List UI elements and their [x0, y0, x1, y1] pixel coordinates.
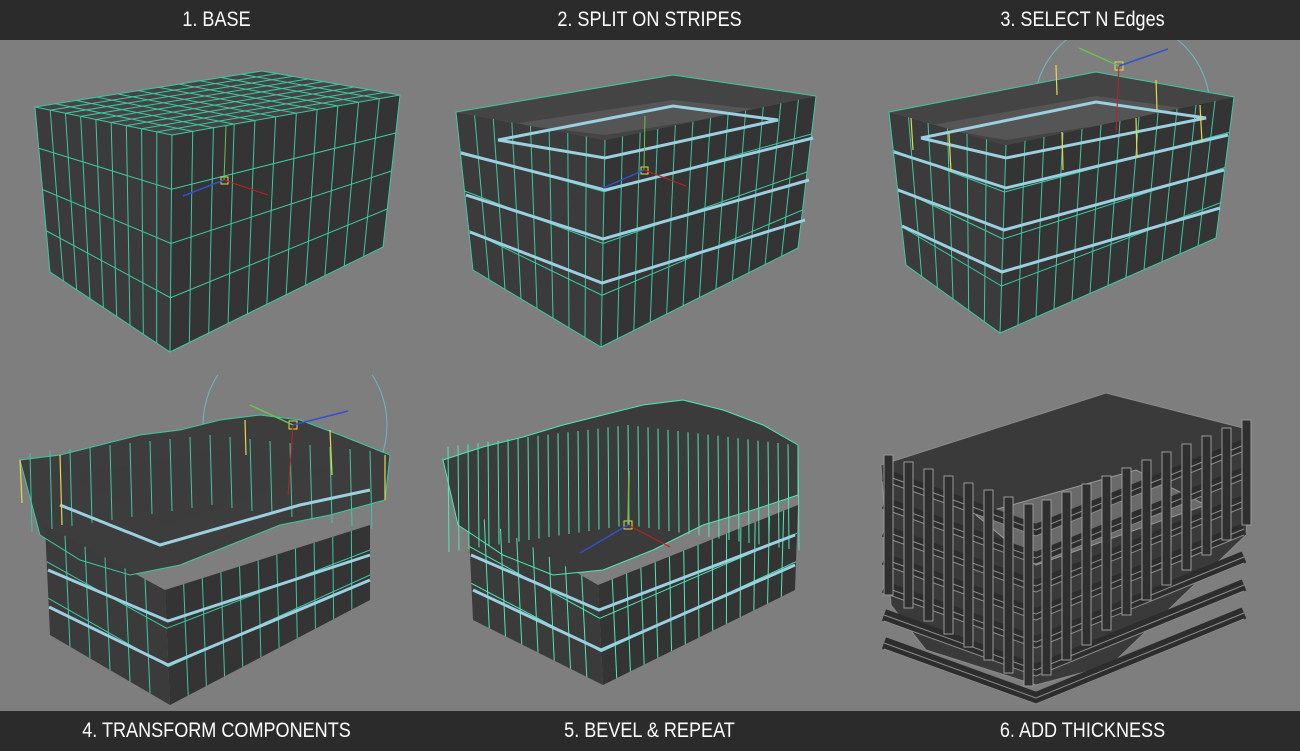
- step-6-label: 6. ADD THICKNESS: [999, 719, 1166, 742]
- step-5-label: 5. BEVEL & REPEAT: [564, 719, 735, 742]
- step-4-label: 4. TRANSFORM COMPONENTS: [82, 719, 351, 742]
- bottom-caption-bar: 4. TRANSFORM COMPONENTS 5. BEVEL & REPEA…: [0, 711, 1300, 751]
- step-1-label: 1. BASE: [182, 8, 251, 31]
- step-4-transformed-box: [19, 375, 391, 705]
- step-2-label: 2. SPLIT ON STRIPES: [557, 8, 742, 31]
- step-1-base-mesh: [34, 70, 401, 353]
- step-2-striped-box: [455, 74, 817, 348]
- step-3-label: 3. SELECT N Edges: [1000, 8, 1165, 31]
- top-caption-bar: 1. BASE 2. SPLIT ON STRIPES 3. SELECT N …: [0, 0, 1300, 40]
- step-6-basket: [880, 392, 1252, 705]
- step-5-beveled-box: [442, 399, 800, 685]
- step-3-selected-edges: [888, 40, 1235, 334]
